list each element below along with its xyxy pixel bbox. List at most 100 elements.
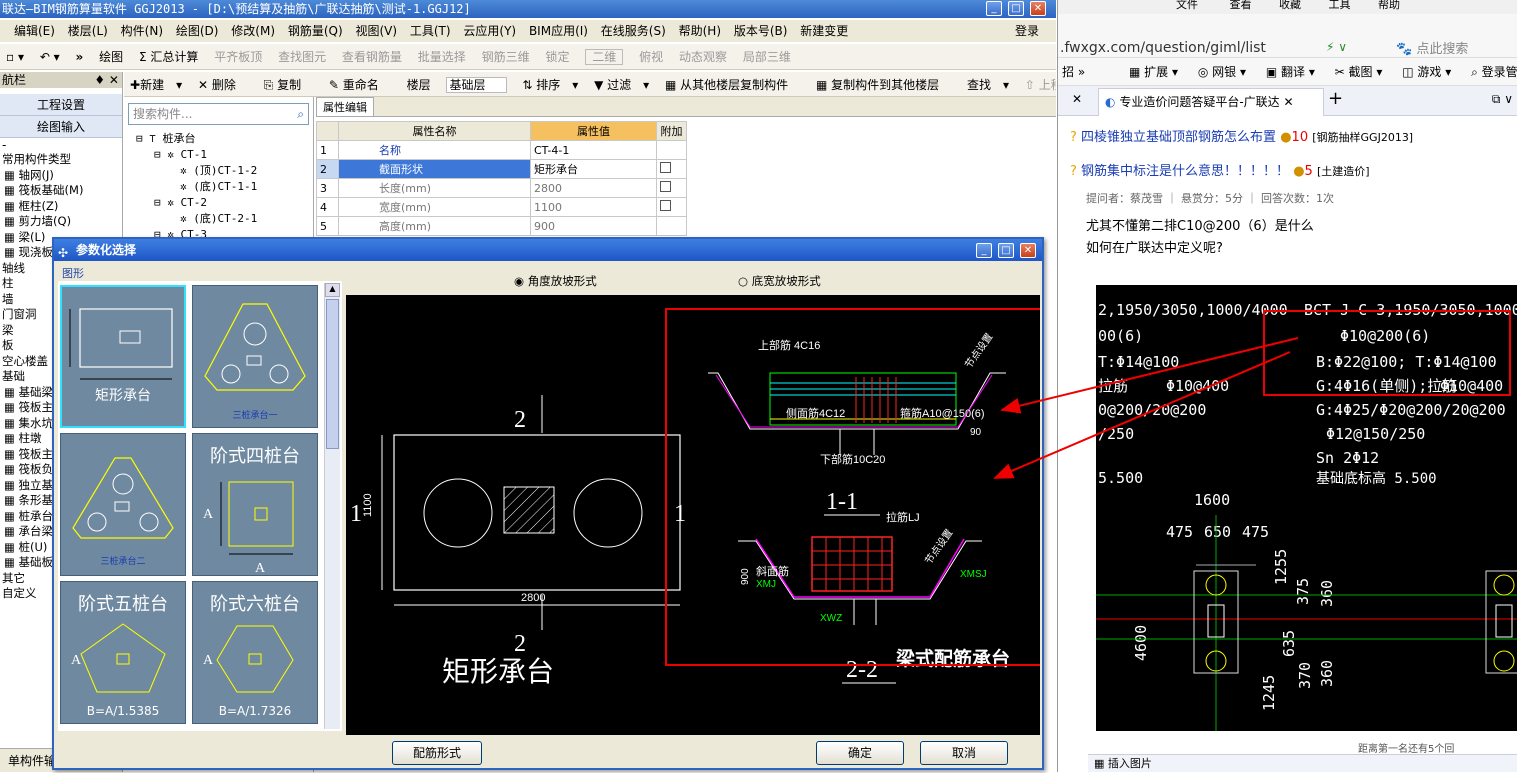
- tree-item[interactable]: ▦ 筏板基础(M): [0, 183, 122, 199]
- orbit-button[interactable]: 动态观察: [679, 50, 727, 64]
- copy-from-floor-button[interactable]: ▦ 从其他楼层复制构件: [665, 78, 800, 92]
- table-row[interactable]: 1 名称 CT-4-1: [316, 140, 687, 160]
- top-view-button[interactable]: 俯视: [639, 50, 663, 64]
- draw-button[interactable]: 绘图: [99, 50, 123, 64]
- menu-online[interactable]: 在线服务(S): [601, 24, 666, 38]
- local-3d-button[interactable]: 局部三维: [743, 50, 791, 64]
- copy-button[interactable]: ⎘ 复制: [264, 78, 313, 92]
- rename-button[interactable]: ✎ 重命名: [329, 78, 391, 92]
- minimize-button[interactable]: _: [986, 1, 1002, 16]
- new-button[interactable]: ✚新建 ▾: [130, 78, 182, 92]
- delete-button[interactable]: ✕ 删除: [198, 78, 248, 92]
- browser-menu-file[interactable]: 文件: [1176, 0, 1198, 11]
- tree-node[interactable]: ⊟ ✲ CT-2: [124, 195, 313, 211]
- copy-to-floor-button[interactable]: ▦ 复制构件到其他楼层: [816, 78, 951, 92]
- bookmark-screenshot[interactable]: ✂ 截图 ▾: [1335, 65, 1383, 79]
- menu-bim[interactable]: BIM应用(I): [529, 24, 588, 38]
- table-row[interactable]: 5 高度(mm) 900: [316, 216, 687, 236]
- question-link[interactable]: 四棱锥独立基础顶部钢筋怎么布置: [1081, 130, 1276, 145]
- bookmark-more[interactable]: 招 »: [1062, 65, 1085, 79]
- browser-search-input[interactable]: 🐾 点此搜索: [1396, 38, 1468, 57]
- tab-property-edit[interactable]: 属性编辑: [316, 97, 374, 116]
- table-row[interactable]: 3 长度(mm) 2800: [316, 178, 687, 198]
- tree-node[interactable]: ⊟ ✲ CT-1: [124, 147, 313, 163]
- menu-modify[interactable]: 修改(M): [231, 24, 275, 38]
- menu-component[interactable]: 构件(N): [121, 24, 163, 38]
- menu-new-change[interactable]: 新建变更: [800, 24, 848, 38]
- radio-bottom-width-slope[interactable]: ○ 底宽放坡形式: [738, 273, 821, 289]
- table-row[interactable]: 4 宽度(mm) 1100: [316, 197, 687, 217]
- tree-node[interactable]: ✲ (底)CT-1-1: [124, 179, 313, 195]
- tree-node[interactable]: ✲ (底)CT-2-1: [124, 211, 313, 227]
- radio-angle-slope[interactable]: ◉ 角度放坡形式: [514, 273, 597, 289]
- tree-node[interactable]: ✲ (顶)CT-1-2: [124, 163, 313, 179]
- undo-icon[interactable]: ↶ ▾: [40, 50, 60, 64]
- view-mode-select[interactable]: 二维: [585, 49, 624, 65]
- move-up-button[interactable]: ⇧ 上移: [1025, 78, 1056, 92]
- shape-thumb-step-four-pile[interactable]: 阶式四桩台 A A: [192, 433, 318, 576]
- bookmark-login[interactable]: ⌕ 登录管: [1471, 65, 1517, 79]
- new-tab-icon[interactable]: +: [1328, 88, 1343, 109]
- gallery-scrollbar[interactable]: ▲: [324, 283, 340, 729]
- shape-thumb-step-five-pile[interactable]: 阶式五桩台 A B=A/1.5385: [60, 581, 186, 724]
- shape-thumb-rect-cap[interactable]: 矩形承台: [60, 285, 186, 428]
- login-link[interactable]: 登录: [1015, 20, 1039, 42]
- menu-edit[interactable]: 编辑(E): [14, 24, 55, 38]
- close-tab-icon[interactable]: ✕: [1072, 92, 1082, 106]
- component-search-input[interactable]: 搜索构件... ⌕: [128, 103, 309, 125]
- maximize-button[interactable]: □: [1008, 1, 1024, 16]
- dialog-maximize-button[interactable]: □: [998, 243, 1014, 258]
- tree-item[interactable]: 常用构件类型: [0, 152, 122, 168]
- bookmark-extensions[interactable]: ▦ 扩展 ▾: [1129, 65, 1178, 79]
- project-settings-button[interactable]: 工程设置: [0, 94, 122, 116]
- pin-close-icon[interactable]: ♦ ✕: [94, 72, 119, 88]
- tree-item[interactable]: ▦ 剪力墙(Q): [0, 214, 122, 230]
- tab-menu-icon[interactable]: ⧉ ∨: [1492, 92, 1513, 107]
- browser-menu-view[interactable]: 查看: [1230, 0, 1252, 11]
- view-rebar-button[interactable]: 查看钢筋量: [342, 50, 402, 64]
- table-row[interactable]: 2 截面形状 矩形承台: [316, 159, 687, 179]
- extra-checkbox[interactable]: [660, 200, 671, 211]
- rebar-3d-button[interactable]: 钢筋三维: [482, 50, 530, 64]
- question-link[interactable]: 钢筋集中标注是什么意思！！！！！: [1081, 164, 1289, 179]
- bookmark-bank[interactable]: ◎ 网银 ▾: [1198, 65, 1246, 79]
- batch-select-button[interactable]: 批量选择: [418, 50, 466, 64]
- shape-thumb-three-pile-2[interactable]: 三桩承台二: [60, 433, 186, 576]
- tree-item[interactable]: ▦ 框柱(Z): [0, 199, 122, 215]
- lock-button[interactable]: 锁定: [545, 50, 569, 64]
- browser-menu-help[interactable]: 帮助: [1378, 0, 1400, 11]
- browser-tab-active[interactable]: ◐ 专业造价问题答疑平台-广联达 ✕: [1098, 88, 1324, 116]
- shape-thumb-three-pile-1[interactable]: 三桩承台一: [192, 285, 318, 428]
- floor-select[interactable]: 基础层: [446, 77, 507, 93]
- align-top-button[interactable]: 平齐板顶: [214, 50, 262, 64]
- question-tag[interactable]: [钢筋抽样GGJ2013]: [1312, 131, 1413, 144]
- menu-draw[interactable]: 绘图(D): [176, 24, 219, 38]
- menu-view[interactable]: 视图(V): [355, 24, 397, 38]
- cancel-button[interactable]: 取消: [920, 741, 1008, 765]
- menu-version[interactable]: 版本号(B): [734, 24, 788, 38]
- more-icon[interactable]: »: [76, 50, 84, 64]
- draw-input-button[interactable]: 绘图输入: [0, 116, 122, 138]
- extra-checkbox[interactable]: [660, 162, 671, 173]
- menu-floor[interactable]: 楼层(L): [68, 24, 108, 38]
- shape-thumb-step-six-pile[interactable]: 阶式六桩台 A B=A/1.7326: [192, 581, 318, 724]
- question-tag[interactable]: [土建造价]: [1317, 165, 1370, 178]
- bookmark-translate[interactable]: ▣ 翻译 ▾: [1266, 65, 1315, 79]
- url-field[interactable]: .fwxgx.com/question/giml/list: [1060, 40, 1266, 56]
- calc-button[interactable]: Σ 汇总计算: [139, 50, 198, 64]
- tree-node-pile-cap[interactable]: ⊟ ⊤ 桩承台: [124, 131, 313, 147]
- tree-expander[interactable]: -: [0, 138, 122, 152]
- tree-item[interactable]: ▦ 轴网(J): [0, 168, 122, 184]
- dialog-close-button[interactable]: ✕: [1020, 243, 1036, 258]
- search-icon[interactable]: ⌕: [297, 104, 304, 124]
- close-button[interactable]: ✕: [1030, 1, 1046, 16]
- dialog-minimize-button[interactable]: _: [976, 243, 992, 258]
- extra-checkbox[interactable]: [660, 181, 671, 192]
- menu-rebar[interactable]: 钢筋量(Q): [288, 24, 343, 38]
- menu-help[interactable]: 帮助(H): [679, 24, 721, 38]
- menu-cloud[interactable]: 云应用(Y): [463, 24, 516, 38]
- find-element-button[interactable]: 查找图元: [278, 50, 326, 64]
- browser-menu-tools[interactable]: 工具: [1329, 0, 1351, 11]
- rebar-form-button[interactable]: 配筋形式: [392, 741, 482, 765]
- ok-button[interactable]: 确定: [816, 741, 904, 765]
